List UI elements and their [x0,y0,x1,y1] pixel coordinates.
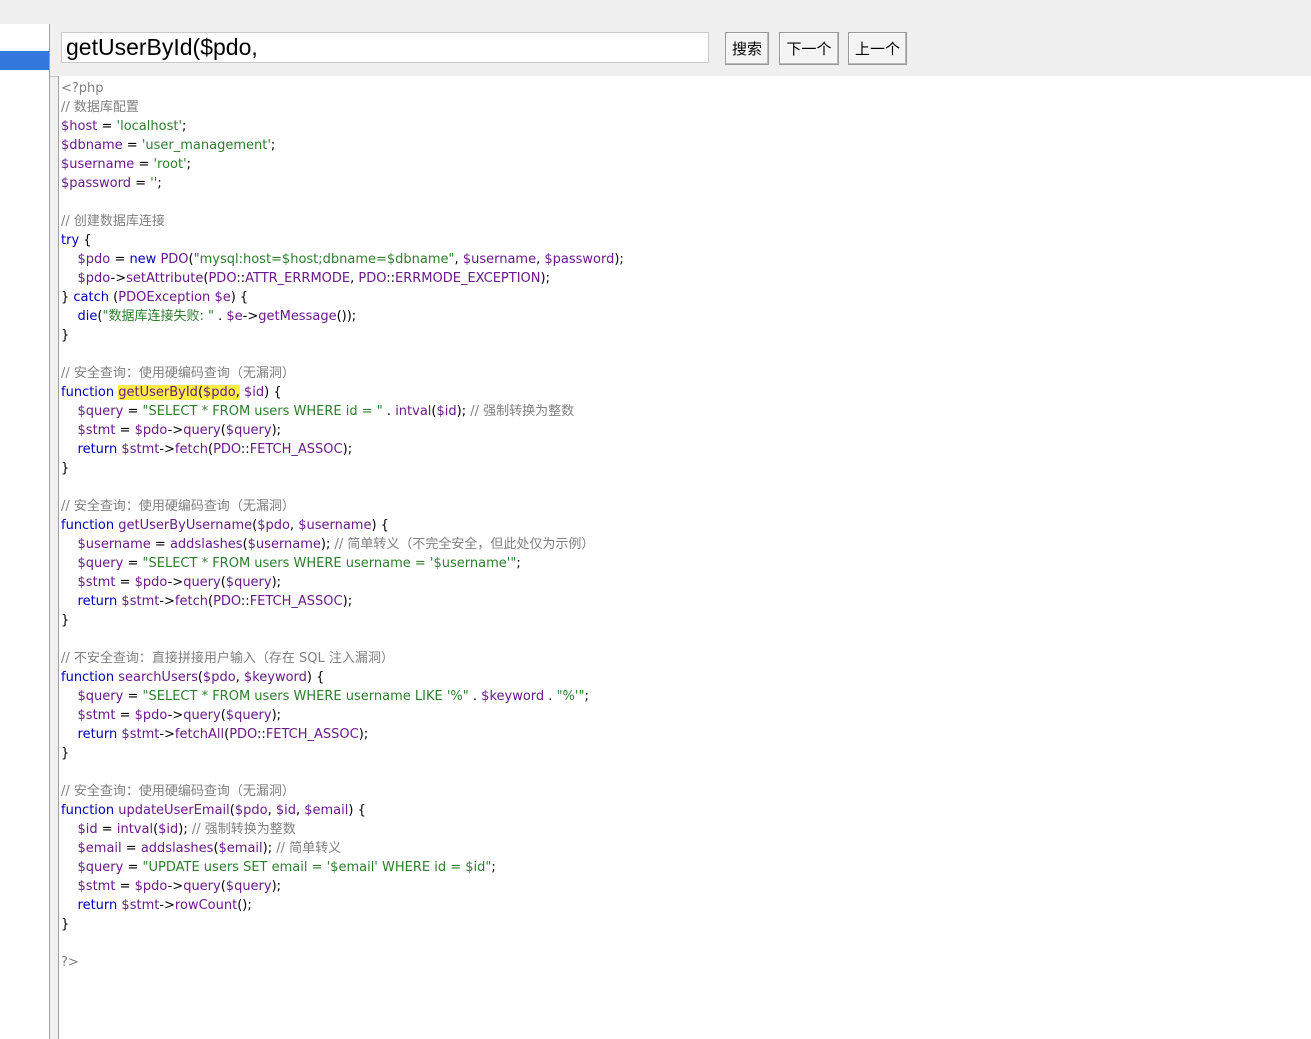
code-line: $query = "UPDATE users SET email = '$ema… [77,860,496,875]
code-line: <?php [61,81,104,96]
title-strip [0,0,1311,25]
code-line: } [61,917,70,932]
code-line: ​ [61,478,624,497]
code-line: return $stmt->fetch(PDO::FETCH_ASSOC); [77,594,353,609]
code-line: $pdo->setAttribute(PDO::ATTR_ERRMODE, PD… [77,271,550,286]
code-line: ​ [61,193,624,212]
left-panel [0,24,50,1039]
code-line: $id = intval($id); // 强制转换为整数 [77,822,296,837]
code-line: $host = 'localhost'; [61,119,187,134]
code-line: function getUserById($pdo, $id) { [61,385,282,400]
code-line: return $stmt->fetch(PDO::FETCH_ASSOC); [77,442,353,457]
code-line: ​ [61,630,624,649]
code-line: // 安全查询：使用硬编码查询（无漏洞） [61,784,295,799]
code-line: $stmt = $pdo->query($query); [77,879,282,894]
code-line: die("数据库连接失败: " . $e->getMessage()); [77,309,357,324]
code-line: function getUserByUsername($pdo, $userna… [61,518,389,533]
code-line: $username = addslashes($username); // 简单… [77,537,595,552]
code-line: // 安全查询：使用硬编码查询（无漏洞） [61,366,295,381]
code-line: } [61,613,70,628]
code-editor[interactable]: <?php // 数据库配置 $host = 'localhost'; $dbname… [58,76,1311,1039]
previous-match-button[interactable]: 上一个 [848,32,907,65]
code-line: function searchUsers($pdo, $keyword) { [61,670,325,685]
code-line: try { [61,233,92,248]
code-line: $stmt = $pdo->query($query); [77,708,282,723]
search-button[interactable]: 搜索 [725,32,769,65]
search-input[interactable] [61,32,709,63]
code-line: } [61,328,70,343]
code-line: // 创建数据库连接 [61,214,165,229]
code-content: <?php // 数据库配置 $host = 'localhost'; $dbname… [61,79,624,972]
search-toolbar: 搜索 下一个 上一个 [50,24,1311,77]
left-panel-selected-item[interactable] [0,51,49,70]
code-line: } [61,461,70,476]
code-line: // 数据库配置 [61,100,139,115]
code-line: $query = "SELECT * FROM users WHERE user… [77,556,521,571]
code-line: $stmt = $pdo->query($query); [77,423,282,438]
code-line: ​ [61,345,624,364]
code-line: $password = ''; [61,176,162,191]
code-line: return $stmt->fetchAll(PDO::FETCH_ASSOC)… [77,727,369,742]
code-line: $username = 'root'; [61,157,192,172]
code-line: // 安全查询：使用硬编码查询（无漏洞） [61,499,295,514]
code-line: // 不安全查询：直接拼接用户输入（存在 SQL 注入漏洞） [61,651,394,666]
code-line: function updateUserEmail($pdo, $id, $ema… [61,803,366,818]
code-line: $email = addslashes($email); // 简单转义 [77,841,342,856]
next-match-button[interactable]: 下一个 [779,32,839,65]
code-line: ​ [61,934,624,953]
search-match-highlight: getUserById($pdo, [118,385,240,400]
code-line: } [61,746,70,761]
code-line: $query = "SELECT * FROM users WHERE id =… [77,404,575,419]
code-line: ​ [61,763,624,782]
code-line: ?> [61,955,79,970]
code-line: $query = "SELECT * FROM users WHERE user… [77,689,589,704]
code-line: $pdo = new PDO("mysql:host=$host;dbname=… [77,252,624,267]
code-line: $dbname = 'user_management'; [61,138,276,153]
code-line: $stmt = $pdo->query($query); [77,575,282,590]
code-line: return $stmt->rowCount(); [77,898,252,913]
code-line: } catch (PDOException $e) { [61,290,249,305]
